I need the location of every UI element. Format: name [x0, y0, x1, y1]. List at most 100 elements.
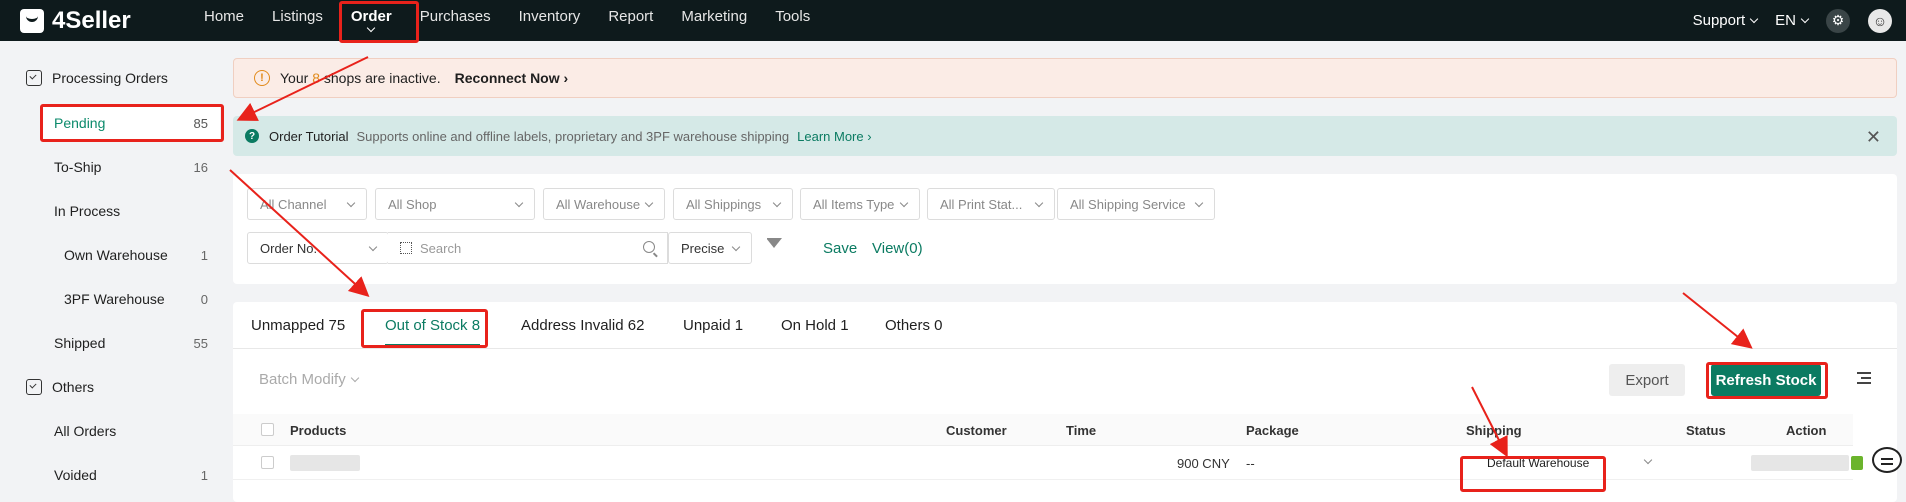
chevron-down-icon: [731, 242, 741, 252]
reconnect-now-link[interactable]: Reconnect Now ›: [455, 70, 569, 86]
sidebar-item-all-orders[interactable]: All Orders: [40, 413, 220, 449]
nav-report[interactable]: Report: [594, 0, 667, 41]
sidebar-item-label: Own Warehouse: [64, 247, 168, 263]
sidebar-group-label: Others: [52, 379, 95, 395]
warehouse-select[interactable]: All Warehouse: [543, 188, 665, 220]
action-placeholder: [1751, 455, 1849, 471]
chat-support-icon[interactable]: [1872, 447, 1902, 473]
language-menu[interactable]: EN: [1775, 12, 1810, 29]
sidebar-item-label: Shipped: [54, 335, 106, 351]
table-row[interactable]: 900 CNY -- Default Warehouse: [233, 446, 1863, 480]
nav-home[interactable]: Home: [190, 0, 258, 41]
support-label: Support: [1692, 12, 1746, 29]
save-view-button[interactable]: Save: [823, 240, 857, 257]
search-input[interactable]: Search: [388, 232, 668, 264]
nav-purchases[interactable]: Purchases: [406, 0, 505, 41]
clipboard-icon: [26, 70, 42, 86]
warning-suffix: shops are inactive.: [323, 70, 441, 86]
nav-inventory[interactable]: Inventory: [505, 0, 595, 41]
search-placeholder: Search: [420, 240, 462, 256]
shop-select[interactable]: All Shop: [375, 188, 535, 220]
sidebar-item-count: 55: [193, 335, 208, 351]
language-label: EN: [1775, 12, 1796, 29]
app-logo[interactable]: 4Seller: [20, 7, 190, 35]
tab-others[interactable]: Others 0: [885, 317, 943, 334]
highlight-refresh-stock: [1706, 362, 1828, 399]
chevron-down-icon: [772, 198, 782, 208]
warning-number: 8: [312, 70, 320, 86]
nav-listings[interactable]: Listings: [258, 0, 337, 41]
shippings-select[interactable]: All Shippings: [673, 188, 793, 220]
column-header: Time: [1066, 423, 1097, 438]
column-header: Status: [1686, 423, 1726, 438]
sidebar-item-3pf-warehouse[interactable]: 3PF Warehouse 0: [40, 281, 220, 317]
tab-address-invalid[interactable]: Address Invalid 62: [521, 317, 644, 334]
sidebar-item-to-ship[interactable]: To-Ship 16: [40, 149, 220, 185]
chevron-down-icon: [350, 373, 359, 383]
filter-panel: All Channel All Shop All Warehouse All S…: [233, 174, 1897, 284]
nav-marketing[interactable]: Marketing: [667, 0, 761, 41]
sidebar-item-label: In Process: [54, 203, 121, 219]
select-value: All Warehouse: [556, 196, 641, 212]
export-button[interactable]: Export: [1609, 364, 1685, 396]
search-icon[interactable]: [643, 241, 655, 253]
select-value: All Channel: [260, 196, 327, 212]
select-all-checkbox[interactable]: [261, 423, 274, 436]
items-type-select[interactable]: All Items Type: [800, 188, 920, 220]
tab-unpaid[interactable]: Unpaid 1: [683, 317, 743, 334]
clipboard-icon: [26, 379, 42, 395]
column-header: Products: [290, 423, 347, 438]
column-header: Customer: [946, 423, 1007, 438]
batch-modify-label: Batch Modify: [259, 371, 346, 388]
highlight-pending: [40, 104, 224, 142]
highlight-out-of-stock-tab: [361, 309, 488, 348]
sidebar-item-voided[interactable]: Voided 1: [40, 457, 220, 493]
settings-gear-icon[interactable]: ⚙: [1826, 8, 1850, 33]
select-value: All Items Type: [813, 196, 895, 212]
column-header: Shipping: [1466, 423, 1522, 438]
warning-prefix: Your: [280, 70, 309, 86]
select-value: Order No.: [260, 240, 318, 256]
search-field-select[interactable]: Order No.: [247, 232, 389, 264]
select-value: All Print Stat...: [940, 196, 1023, 212]
chevron-right-icon: ›: [867, 128, 872, 144]
tab-unmapped[interactable]: Unmapped 75: [251, 317, 345, 334]
close-icon[interactable]: ✕: [1866, 127, 1881, 148]
select-value: Precise: [681, 240, 725, 256]
sidebar-item-label: Voided: [54, 467, 97, 483]
sidebar-item-own-warehouse[interactable]: Own Warehouse 1: [40, 237, 220, 273]
sidebar-item-count: 16: [193, 159, 208, 175]
order-tutorial-banner: ? Order Tutorial Supports online and off…: [233, 116, 1897, 156]
learn-more-link[interactable]: Learn More ›: [797, 129, 871, 144]
support-menu[interactable]: Support: [1692, 12, 1759, 29]
user-avatar-icon[interactable]: ☺: [1868, 8, 1892, 33]
grid-icon: [400, 242, 412, 254]
sidebar-item-label: All Orders: [54, 423, 117, 439]
tab-on-hold[interactable]: On Hold 1: [781, 317, 849, 334]
nav-tools[interactable]: Tools: [761, 0, 824, 41]
sidebar-group-processing-orders[interactable]: Processing Orders: [26, 70, 168, 86]
order-amount: 900 CNY: [1177, 456, 1230, 471]
chevron-down-icon: [1800, 14, 1810, 24]
column-settings-icon[interactable]: [1857, 372, 1871, 384]
filter-funnel-icon[interactable]: [766, 238, 782, 248]
match-mode-select[interactable]: Precise: [668, 232, 752, 264]
help-icon: ?: [245, 129, 259, 143]
print-status-select[interactable]: All Print Stat...: [927, 188, 1055, 220]
select-value: All Shippings: [686, 196, 762, 212]
sidebar-group-others[interactable]: Others: [26, 379, 94, 395]
channel-select[interactable]: All Channel: [247, 188, 367, 220]
column-header: Package: [1246, 423, 1299, 438]
sidebar-item-shipped[interactable]: Shipped 55: [40, 325, 220, 361]
main-nav: Home Listings Order Purchases Inventory …: [190, 0, 824, 41]
sidebar-item-in-process[interactable]: In Process: [40, 193, 220, 229]
warning-icon: !: [254, 70, 270, 86]
view-button[interactable]: View(0): [872, 240, 923, 257]
batch-modify-dropdown[interactable]: Batch Modify: [259, 371, 359, 388]
chevron-right-icon: ›: [563, 70, 569, 86]
chevron-down-icon: [1749, 14, 1759, 24]
row-checkbox[interactable]: [261, 456, 274, 469]
shipping-service-select[interactable]: All Shipping Service: [1057, 188, 1215, 220]
chevron-down-icon: [346, 198, 356, 208]
select-value: All Shipping Service: [1070, 196, 1186, 212]
